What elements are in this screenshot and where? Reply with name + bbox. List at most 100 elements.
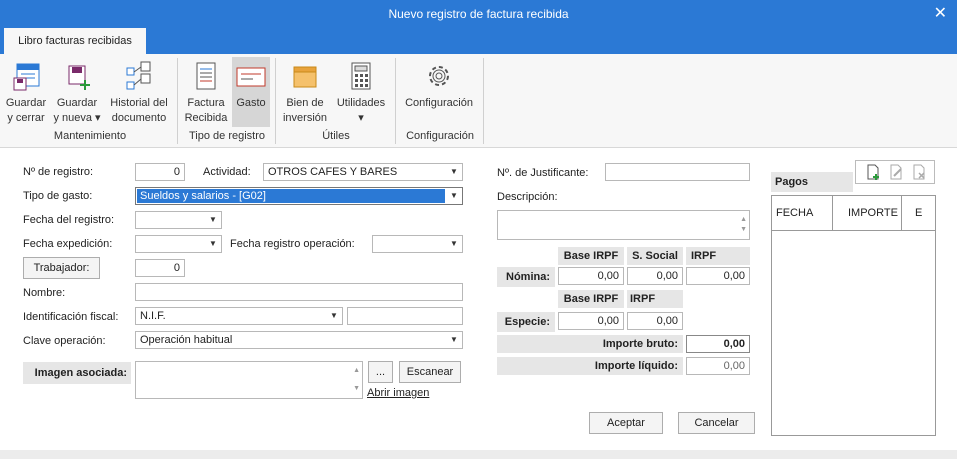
tab-libro-facturas[interactable]: Libro facturas recibidas bbox=[4, 28, 146, 54]
edit-document-icon[interactable] bbox=[888, 164, 904, 183]
chevron-down-icon: ▼ bbox=[330, 311, 338, 320]
utilidades-button[interactable]: Utilidades ▾ bbox=[332, 60, 390, 126]
fecha-expedicion-label: Fecha expedición: bbox=[23, 238, 113, 250]
ribbon-tab-row: Libro facturas recibidas bbox=[0, 28, 957, 54]
clave-label: Clave operación: bbox=[23, 335, 106, 347]
divider bbox=[275, 58, 276, 144]
delete-document-icon[interactable] bbox=[911, 164, 927, 183]
nif-input[interactable] bbox=[347, 307, 463, 325]
scroll-up-icon[interactable]: ▲ bbox=[353, 363, 360, 379]
bruto-value: 0,00 bbox=[686, 335, 750, 353]
fecha-registro-label: Fecha del registro: bbox=[23, 214, 115, 226]
history-button[interactable]: Historial del documento bbox=[105, 60, 173, 126]
group-label-configuracion: Configuración bbox=[406, 130, 474, 142]
col-fecha[interactable]: FECHA bbox=[776, 207, 813, 219]
justificante-label: Nº. de Justificante: bbox=[497, 167, 589, 179]
chevron-down-icon: ▼ bbox=[209, 215, 217, 224]
group-label-tipo-registro: Tipo de registro bbox=[188, 130, 266, 142]
nombre-input[interactable] bbox=[135, 283, 463, 301]
divider bbox=[395, 58, 396, 144]
ident-select[interactable]: N.I.F. ▼ bbox=[135, 307, 343, 325]
imagen-box[interactable]: ▲ ▼ bbox=[135, 361, 363, 399]
save-new-button[interactable]: Guardar y nueva ▾ bbox=[53, 60, 101, 126]
pagos-table[interactable]: FECHA IMPORTE E bbox=[771, 195, 936, 436]
cancelar-button[interactable]: Cancelar bbox=[678, 412, 755, 434]
fecha-reg-op-input[interactable]: ▼ bbox=[372, 235, 463, 253]
trabajador-input[interactable]: 0 bbox=[135, 259, 185, 277]
new-document-icon[interactable] bbox=[865, 164, 881, 183]
ribbon: Guardar y cerrar Guardar y nueva ▾ Histo… bbox=[0, 54, 957, 148]
nomina-base-irpf-input[interactable]: 0,00 bbox=[558, 267, 624, 285]
scroll-down-icon[interactable]: ▼ bbox=[740, 222, 747, 238]
chevron-down-icon: ▼ bbox=[450, 191, 458, 200]
aceptar-button[interactable]: Aceptar bbox=[589, 412, 663, 434]
group-label-mantenimiento: Mantenimiento bbox=[53, 130, 127, 142]
box-icon bbox=[289, 60, 321, 92]
chevron-down-icon: ▼ bbox=[209, 239, 217, 248]
liquido-value: 0,00 bbox=[686, 357, 750, 375]
liquido-label: Importe líquido: bbox=[497, 357, 683, 375]
tipo-gasto-select[interactable]: Sueldos y salarios - [G02] ▼ bbox=[135, 187, 463, 205]
ident-label: Identificación fiscal: bbox=[23, 311, 119, 323]
chevron-down-icon: ▼ bbox=[450, 167, 458, 176]
chevron-down-icon: ▼ bbox=[450, 335, 458, 344]
save-close-button[interactable]: Guardar y cerrar bbox=[3, 60, 49, 126]
divider bbox=[901, 196, 902, 231]
tipo-gasto-label: Tipo de gasto: bbox=[23, 190, 93, 202]
fecha-expedicion-input[interactable]: ▼ bbox=[135, 235, 222, 253]
bien-inversion-button[interactable]: Bien de inversión bbox=[280, 60, 330, 126]
nomina-header-base-irpf: Base IRPF bbox=[558, 247, 624, 265]
trabajador-button[interactable]: Trabajador: bbox=[23, 257, 100, 279]
descripcion-label: Descripción: bbox=[497, 191, 558, 203]
registro-input[interactable]: 0 bbox=[135, 163, 185, 181]
window-title: Nuevo registro de factura recibida bbox=[388, 7, 569, 21]
divider bbox=[483, 58, 484, 144]
especie-base-irpf-input[interactable]: 0,00 bbox=[558, 312, 624, 330]
chevron-down-icon: ▼ bbox=[450, 239, 458, 248]
fecha-reg-op-label: Fecha registro operación: bbox=[230, 238, 355, 250]
pagos-toolbar bbox=[855, 160, 935, 184]
title-bar: Nuevo registro de factura recibida ✕ bbox=[0, 0, 957, 28]
save-new-icon bbox=[61, 60, 93, 92]
configuracion-button[interactable]: Configuración bbox=[400, 60, 478, 111]
especie-header-irpf: IRPF bbox=[627, 290, 683, 308]
nomina-irpf-input[interactable]: 0,00 bbox=[686, 267, 750, 285]
descripcion-input[interactable]: ▲ ▼ bbox=[497, 210, 750, 240]
fecha-registro-input[interactable]: ▼ bbox=[135, 211, 222, 229]
divider bbox=[832, 196, 833, 231]
pagos-header-row: FECHA IMPORTE E bbox=[772, 196, 935, 231]
col-e[interactable]: E bbox=[915, 207, 922, 219]
nomina-header-irpf: IRPF bbox=[686, 247, 750, 265]
especie-header-base-irpf: Base IRPF bbox=[558, 290, 624, 308]
gasto-button[interactable]: Gasto bbox=[232, 57, 270, 127]
divider bbox=[177, 58, 178, 144]
expense-icon bbox=[235, 60, 267, 92]
gear-icon bbox=[423, 60, 455, 92]
invoice-icon bbox=[190, 60, 222, 92]
nomina-header-ss: S. Social bbox=[627, 247, 683, 265]
clave-select[interactable]: Operación habitual ▼ bbox=[135, 331, 463, 349]
group-label-utiles: Útiles bbox=[322, 130, 350, 142]
justificante-input[interactable] bbox=[605, 163, 750, 181]
status-bar bbox=[0, 450, 957, 459]
registro-label: Nº de registro: bbox=[23, 166, 94, 178]
history-icon bbox=[123, 60, 155, 92]
actividad-select[interactable]: OTROS CAFES Y BARES ▼ bbox=[263, 163, 463, 181]
especie-label: Especie: bbox=[497, 312, 555, 332]
bruto-label: Importe bruto: bbox=[497, 335, 683, 353]
actividad-label: Actividad: bbox=[203, 166, 251, 178]
nomina-ss-input[interactable]: 0,00 bbox=[627, 267, 683, 285]
factura-recibida-button[interactable]: Factura Recibida bbox=[182, 60, 230, 126]
nomina-label: Nómina: bbox=[497, 267, 555, 287]
nombre-label: Nombre: bbox=[23, 287, 66, 299]
scroll-down-icon[interactable]: ▼ bbox=[353, 381, 360, 397]
abrir-imagen-link[interactable]: Abrir imagen bbox=[367, 387, 429, 399]
col-importe[interactable]: IMPORTE bbox=[848, 207, 898, 219]
imagen-label: Imagen asociada: bbox=[23, 362, 131, 384]
close-icon[interactable]: ✕ bbox=[934, 3, 947, 23]
calculator-icon bbox=[345, 60, 377, 92]
pagos-title: Pagos bbox=[771, 172, 853, 192]
escanear-button[interactable]: Escanear bbox=[399, 361, 461, 383]
especie-irpf-input[interactable]: 0,00 bbox=[627, 312, 683, 330]
browse-button[interactable]: ... bbox=[368, 361, 393, 383]
